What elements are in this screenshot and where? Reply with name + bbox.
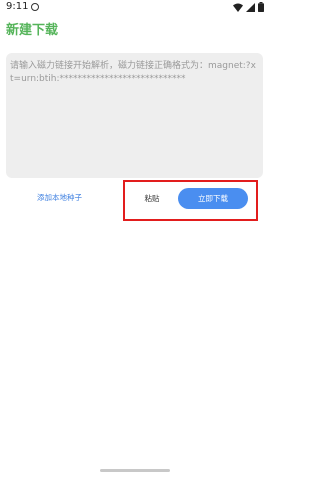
paste-button[interactable]: 粘贴 <box>132 189 172 209</box>
download-now-button[interactable]: 立即下载 <box>178 188 248 209</box>
wifi-icon <box>233 3 243 12</box>
cellular-signal-icon <box>246 2 255 12</box>
record-indicator-icon <box>31 3 39 11</box>
gesture-navigation-bar <box>0 458 270 480</box>
add-local-torrent-link[interactable]: 添加本地种子 <box>37 193 82 203</box>
new-download-screen: 9:11 新建下载 添加本地种子 粘贴 立即下载 <box>0 0 270 480</box>
battery-icon <box>258 2 264 12</box>
status-time: 9:11 <box>6 1 29 12</box>
magnet-link-input[interactable] <box>6 53 263 178</box>
page-title: 新建下载 <box>6 23 59 38</box>
home-indicator[interactable] <box>100 469 170 472</box>
status-icons <box>233 1 264 13</box>
status-bar: 9:11 <box>0 0 270 14</box>
